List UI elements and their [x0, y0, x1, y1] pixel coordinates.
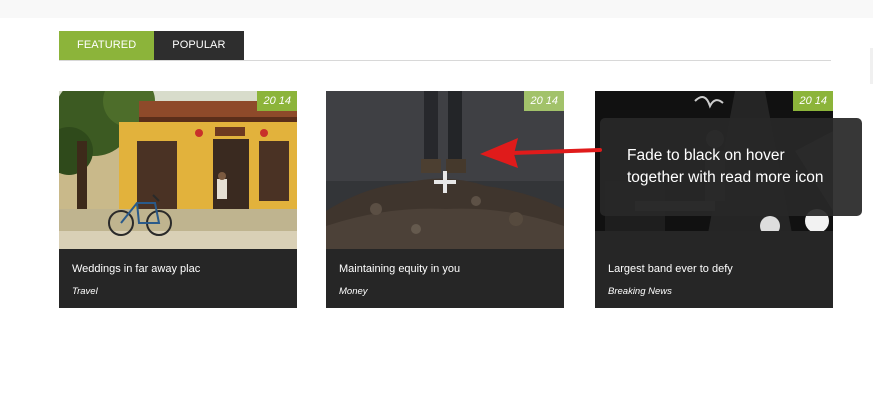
- annotation-line-2: together with read more icon: [627, 169, 824, 186]
- post-category[interactable]: Travel: [72, 286, 98, 297]
- tab-popular[interactable]: POPULAR: [154, 31, 244, 60]
- tab-divider: [59, 60, 831, 61]
- date-badge: 20 14: [257, 91, 297, 111]
- post-title[interactable]: Weddings in far away plac: [72, 263, 200, 275]
- post-category[interactable]: Breaking News: [608, 286, 672, 297]
- tab-featured[interactable]: FEATURED: [59, 31, 155, 60]
- annotation-tooltip: Fade to black on hover together with rea…: [600, 118, 862, 216]
- date-badge: 20 14: [524, 91, 564, 111]
- post-title[interactable]: Maintaining equity in you: [339, 263, 460, 275]
- post-category[interactable]: Money: [339, 286, 368, 297]
- red-arrow-icon: [480, 138, 602, 168]
- post-card-1[interactable]: 20 14 Weddings in far away plac Travel: [59, 91, 297, 308]
- top-band: [0, 0, 873, 18]
- annotation-line-1: Fade to black on hover: [627, 147, 785, 164]
- post-image-yellow-house[interactable]: [59, 91, 297, 249]
- tab-bar: FEATURED POPULAR: [59, 31, 244, 60]
- date-badge: 20 14: [793, 91, 833, 111]
- post-card-2[interactable]: 20 14 Maintaining equity in you Money: [326, 91, 564, 308]
- plus-icon[interactable]: [434, 171, 456, 193]
- post-title[interactable]: Largest band ever to defy: [608, 263, 733, 275]
